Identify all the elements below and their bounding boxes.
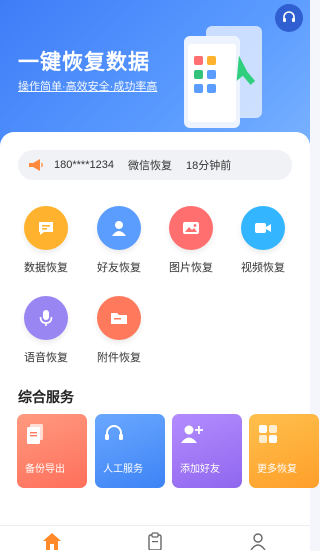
feature-friend-recovery[interactable]: 好友恢复 xyxy=(89,206,149,275)
feature-picture-recovery[interactable]: 图片恢复 xyxy=(161,206,221,275)
service-label: 添加好友 xyxy=(180,464,220,475)
more-grid-icon xyxy=(259,425,277,443)
profile-icon xyxy=(250,533,266,550)
phone-restore-illustration xyxy=(184,26,262,128)
feature-icon-circle xyxy=(97,206,141,250)
tab-home[interactable] xyxy=(40,532,64,551)
headset-icon xyxy=(283,11,295,22)
service-card-add-friend[interactable]: 添加好友 xyxy=(172,414,242,488)
feature-label: 好友恢复 xyxy=(97,262,141,274)
service-card-more-recovery[interactable]: 更多恢复 xyxy=(249,414,319,488)
notice-time: 18分钟前 xyxy=(185,160,232,172)
video-camera-icon xyxy=(255,223,271,233)
picture-icon xyxy=(183,222,199,234)
feature-label: 图片恢复 xyxy=(169,262,213,274)
service-label: 人工服务 xyxy=(103,464,143,475)
headset-icon xyxy=(105,425,123,440)
tab-profile[interactable] xyxy=(246,532,270,551)
megaphone-icon xyxy=(29,159,43,171)
folder-icon xyxy=(111,313,127,324)
notice-action: 微信恢复 xyxy=(127,160,172,172)
feature-label: 附件恢复 xyxy=(97,352,141,364)
chat-bubble-icon xyxy=(39,222,53,235)
feature-video-recovery[interactable]: 视频恢复 xyxy=(233,206,293,275)
service-card-backup-export[interactable]: 备份导出 xyxy=(17,414,87,488)
service-label: 更多恢复 xyxy=(257,464,297,475)
recovery-notice-bar[interactable]: 180****1234 微信恢复 18分钟前 xyxy=(18,150,292,180)
microphone-icon xyxy=(39,310,53,326)
customer-service-button[interactable] xyxy=(275,4,303,32)
hero-title: 一键恢复数据 xyxy=(18,51,150,74)
bottom-tab-bar xyxy=(0,525,310,551)
feature-icon-circle xyxy=(24,296,68,340)
feature-icon-circle xyxy=(169,206,213,250)
service-label: 备份导出 xyxy=(25,464,65,475)
feature-icon-circle xyxy=(241,206,285,250)
notice-phone: 180****1234 xyxy=(54,159,114,171)
tab-records[interactable] xyxy=(143,532,167,551)
friend-avatar-icon xyxy=(112,221,126,236)
add-user-icon xyxy=(181,425,203,443)
feature-icon-circle xyxy=(97,296,141,340)
feature-label: 视频恢复 xyxy=(241,262,285,274)
service-card-manual-service[interactable]: 人工服务 xyxy=(95,414,165,488)
services-section-title: 综合服务 xyxy=(18,389,74,405)
feature-attachment-recovery[interactable]: 附件恢复 xyxy=(89,296,149,365)
feature-label: 数据恢复 xyxy=(24,262,68,274)
hero-subtitle: 操作简单·高效安全·成功率高 xyxy=(18,81,158,93)
feature-voice-recovery[interactable]: 语音恢复 xyxy=(16,296,76,365)
feature-icon-circle xyxy=(24,206,68,250)
feature-data-recovery[interactable]: 数据恢复 xyxy=(16,206,76,275)
home-icon xyxy=(43,533,61,550)
clipboard-icon xyxy=(148,532,162,550)
feature-label: 语音恢复 xyxy=(24,352,68,364)
document-icon xyxy=(27,424,43,444)
